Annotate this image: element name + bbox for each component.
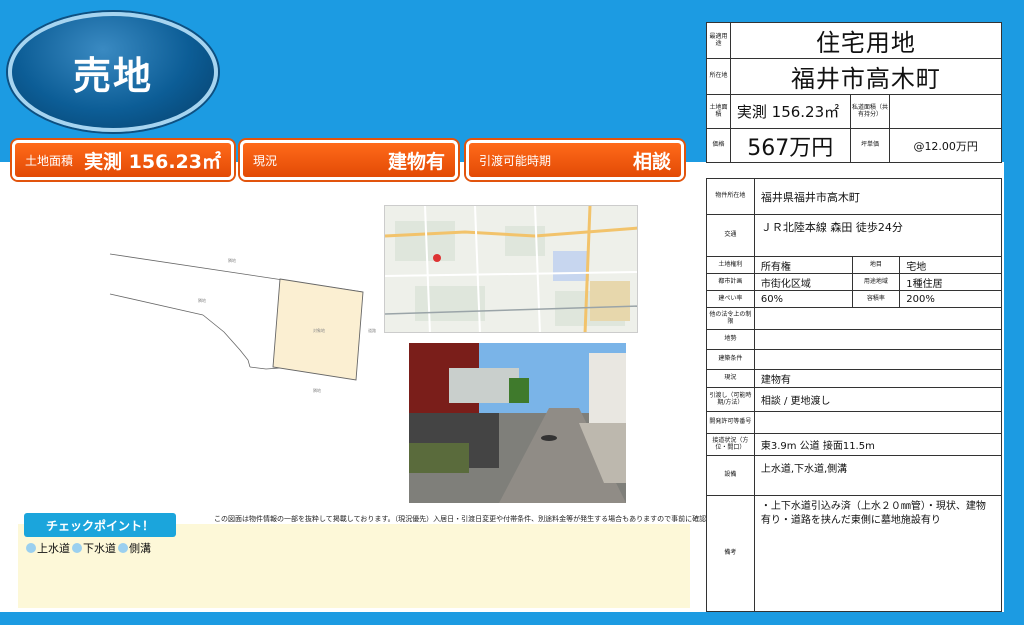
land-plan-drawing: 隣地 隣地 対象地 道路 隣地 — [109, 253, 376, 393]
check-item: 下水道 — [72, 540, 116, 556]
address-label: 物件所在地 — [706, 178, 755, 215]
floor-ratio-label: 容積率 — [851, 290, 901, 308]
type-label: 最適用途 — [706, 22, 731, 59]
zoning-value: 1種住居 — [899, 273, 1002, 291]
bullet-icon — [26, 543, 36, 553]
status-pill: 現況 建物有 — [240, 140, 458, 180]
area-label: 土地面積 — [706, 94, 731, 129]
other-law-value — [753, 307, 1003, 330]
handover-pill-label: 引渡可能時期 — [479, 153, 552, 168]
site-photo — [409, 343, 626, 503]
handover-pill-value: 相談 — [632, 150, 671, 173]
svg-text:対象地: 対象地 — [313, 327, 325, 333]
facility-label: 設備 — [706, 455, 755, 496]
address-value: 福井県福井市高木町 — [753, 178, 1003, 215]
summary-table: 最適用途 住宅用地 所在地 福井市高木町 土地面積 実測 156.23㎡ 私道面… — [706, 22, 1003, 163]
price-label: 価格 — [706, 128, 731, 163]
coverage-label: 建ぺい率 — [706, 290, 755, 308]
private-road-label: 私道面積（共有持分） — [849, 94, 891, 129]
city-plan-label: 都市計画 — [706, 273, 755, 291]
handover-pill: 引渡可能時期 相談 — [466, 140, 684, 180]
terrain-value — [753, 329, 1003, 350]
svg-text:隣地: 隣地 — [198, 297, 206, 303]
rights-value: 所有権 — [753, 256, 853, 274]
unit-price-label: 坪単価 — [849, 128, 891, 163]
area-value: 実測 156.23㎡ — [729, 94, 851, 129]
type-value: 住宅用地 — [729, 22, 1003, 59]
build-condition-value — [753, 349, 1003, 370]
price-value: 567万円 — [729, 128, 851, 163]
sale-badge: 売地 — [8, 12, 218, 132]
unit-price-value: @12.00万円 — [889, 128, 1002, 163]
right-band — [1004, 162, 1024, 612]
status-pill-value: 建物有 — [387, 150, 445, 173]
location-value: 福井市高木町 — [729, 58, 1003, 95]
facility-value: 上水道,下水道,側溝 — [753, 455, 1003, 496]
svg-text:隣地: 隣地 — [313, 387, 321, 393]
land-area-pill: 土地面積 実測 156.23㎡ — [12, 140, 234, 180]
land-area-pill-value: 実測 156.23㎡ — [84, 150, 221, 173]
check-point-list: 上水道 下水道 側溝 — [26, 540, 151, 556]
check-item-label: 上水道 — [37, 542, 70, 555]
check-item-label: 側溝 — [129, 542, 151, 555]
build-condition-label: 建築条件 — [706, 349, 755, 370]
floor-ratio-value: 200% — [899, 290, 1002, 308]
footer-band — [0, 612, 1024, 625]
handover-value: 相談 / 更地渡し — [753, 387, 1003, 412]
check-item: 側溝 — [118, 540, 151, 556]
bullet-icon — [118, 543, 128, 553]
zoning-label: 用途地域 — [851, 273, 901, 291]
road-access-label: 接道状況（方位・間口） — [706, 433, 755, 456]
bullet-icon — [72, 543, 82, 553]
svg-text:隣地: 隣地 — [228, 257, 236, 263]
remarks-value: ・上下水道引込み済（上水２０㎜管）・現状、建物有り・道路を挟んだ東側に墓地施設有… — [753, 495, 1003, 612]
land-area-pill-label: 土地面積 — [25, 153, 74, 168]
details-table: 物件所在地 福井県福井市高木町 交通 ＪＲ北陸本線 森田 徒歩24分 土地権利 … — [706, 178, 1003, 612]
sale-badge-label: 売地 — [72, 53, 153, 98]
land-category-value: 宅地 — [899, 256, 1002, 274]
transport-value: ＪＲ北陸本線 森田 徒歩24分 — [753, 214, 1003, 257]
check-item: 上水道 — [26, 540, 70, 556]
road-access-value: 東3.9m 公道 接面11.5m — [753, 433, 1003, 456]
transport-label: 交通 — [706, 214, 755, 257]
check-item-label: 下水道 — [83, 542, 116, 555]
dev-permit-label: 開発許可等番号 — [706, 411, 755, 434]
city-plan-value: 市街化区域 — [753, 273, 853, 291]
location-map — [384, 205, 638, 333]
dev-permit-value — [753, 411, 1003, 434]
coverage-value: 60% — [753, 290, 853, 308]
svg-text:道路: 道路 — [368, 327, 376, 333]
other-law-label: 他の法令上の制限 — [706, 307, 755, 330]
rights-label: 土地権利 — [706, 256, 755, 274]
terrain-label: 地勢 — [706, 329, 755, 350]
location-label: 所在地 — [706, 58, 731, 95]
status-pill-label: 現況 — [253, 153, 278, 168]
land-category-label: 地目 — [851, 256, 901, 274]
private-road-value — [889, 94, 1002, 129]
status-label: 現況 — [706, 369, 755, 388]
disclaimer-note: この図面は物件情報の一部を抜粋して掲載しております。（現況優先）入居日・引渡日変… — [214, 515, 742, 523]
handover-label: 引渡し（可能時期/方法） — [706, 387, 755, 412]
remarks-label: 備考 — [706, 495, 755, 612]
check-point-title: チェックポイント！ — [24, 513, 176, 537]
status-value: 建物有 — [753, 369, 1003, 388]
